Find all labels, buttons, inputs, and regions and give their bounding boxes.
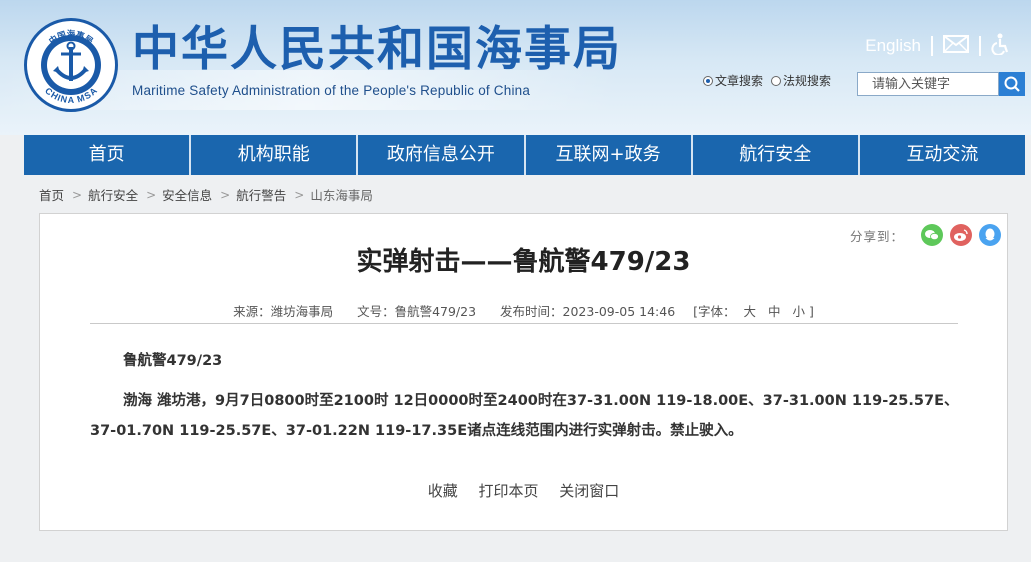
body-warning-content: 渤海 潍坊港，9月7日0800时至2100时 12日0000时至2400时在37… <box>90 393 959 439</box>
favorite-button[interactable]: 收藏 <box>428 482 458 500</box>
radio-unselected[interactable] <box>771 75 782 86</box>
nav-item-gov-info[interactable]: 政府信息公开 <box>358 135 526 175</box>
site-subtitle: Maritime Safety Administration of the Pe… <box>132 83 531 98</box>
article-meta: 来源：潍坊海事局 文号：鲁航警479/23 发布时间：2023-09-05 14… <box>40 301 1007 320</box>
chevron-right-icon: > <box>72 187 83 202</box>
print-button[interactable]: 打印本页 <box>478 482 538 500</box>
close-window-button[interactable]: 关闭窗口 <box>559 482 619 500</box>
font-size-small[interactable]: 小 <box>793 304 806 319</box>
emblem-lettering: 中国海事局 CHINA MSA <box>43 29 99 105</box>
article-actions: 收藏 打印本页 关闭窗口 <box>40 480 1007 501</box>
article-title: 实弹射击——鲁航警479/23 <box>356 247 691 277</box>
search-option-regulations[interactable]: 法规搜索 <box>771 72 831 89</box>
separator <box>931 36 933 56</box>
breadcrumb: 首页 > 航行安全 > 安全信息 > 航行警告 > 山东海事局 <box>39 185 373 204</box>
main-nav: 首页 机构职能 政府信息公开 互联网+政务 航行安全 互动交流 <box>24 135 1025 175</box>
meta-divider <box>90 323 958 324</box>
english-link[interactable]: English <box>865 36 921 56</box>
search-button[interactable] <box>999 72 1025 96</box>
breadcrumb-home[interactable]: 首页 <box>39 185 64 204</box>
svg-text:中国海事局: 中国海事局 <box>47 29 95 47</box>
font-size-medium[interactable]: 中 <box>768 304 781 319</box>
site-title: 中华人民共和国海事局 <box>132 22 622 77</box>
meta-source: 来源：潍坊海事局 <box>233 304 334 319</box>
breadcrumb-safety-info[interactable]: 安全信息 <box>162 185 212 204</box>
mail-icon[interactable] <box>943 35 969 57</box>
breadcrumb-nav-warnings[interactable]: 航行警告 <box>236 185 286 204</box>
breadcrumb-navigation-safety[interactable]: 航行安全 <box>88 185 138 204</box>
font-size-large[interactable]: 大 <box>744 304 757 319</box>
nav-item-internet-gov[interactable]: 互联网+政务 <box>526 135 693 175</box>
breadcrumb-current[interactable]: 山东海事局 <box>310 185 373 204</box>
accessibility-icon[interactable] <box>991 33 1011 59</box>
chevron-right-icon: > <box>294 187 305 202</box>
article-body: 鲁航警479/23 渤海 潍坊港，9月7日0800时至2100时 12日0000… <box>90 346 966 446</box>
nav-item-interaction[interactable]: 互动交流 <box>860 135 1025 175</box>
nav-item-functions[interactable]: 机构职能 <box>191 135 359 175</box>
chevron-right-icon: > <box>220 187 231 202</box>
chevron-right-icon: > <box>146 187 157 202</box>
msa-emblem-logo[interactable]: 中国海事局 CHINA MSA <box>24 18 118 112</box>
site-header: 中国海事局 CHINA MSA 中华人民共和国海事局 Maritime Safe… <box>0 0 1031 135</box>
meta-doc-number: 文号：鲁航警479/23 <box>357 304 477 319</box>
nav-item-home[interactable]: 首页 <box>24 135 192 175</box>
search-icon <box>1004 76 1020 92</box>
font-size-control: [字体： 大 中 小] <box>693 304 814 319</box>
svg-text:CHINA MSA: CHINA MSA <box>43 85 99 105</box>
article-panel: 分享到： 实弹射击——鲁航警479/23 来源：潍坊海事局 文号：鲁航警479/… <box>39 213 1008 531</box>
top-links: English <box>865 33 1011 59</box>
body-warning-number: 鲁航警479/23 <box>123 353 223 369</box>
radio-selected[interactable] <box>703 75 713 86</box>
search-input[interactable] <box>857 72 999 96</box>
meta-published-time: 发布时间：2023-09-05 14:46 <box>500 304 676 319</box>
separator <box>979 36 981 56</box>
search-type-options: 文章搜索 法规搜索 <box>703 72 839 89</box>
nav-item-navigation-safety[interactable]: 航行安全 <box>693 135 860 175</box>
search-option-articles[interactable]: 文章搜索 <box>703 72 763 89</box>
